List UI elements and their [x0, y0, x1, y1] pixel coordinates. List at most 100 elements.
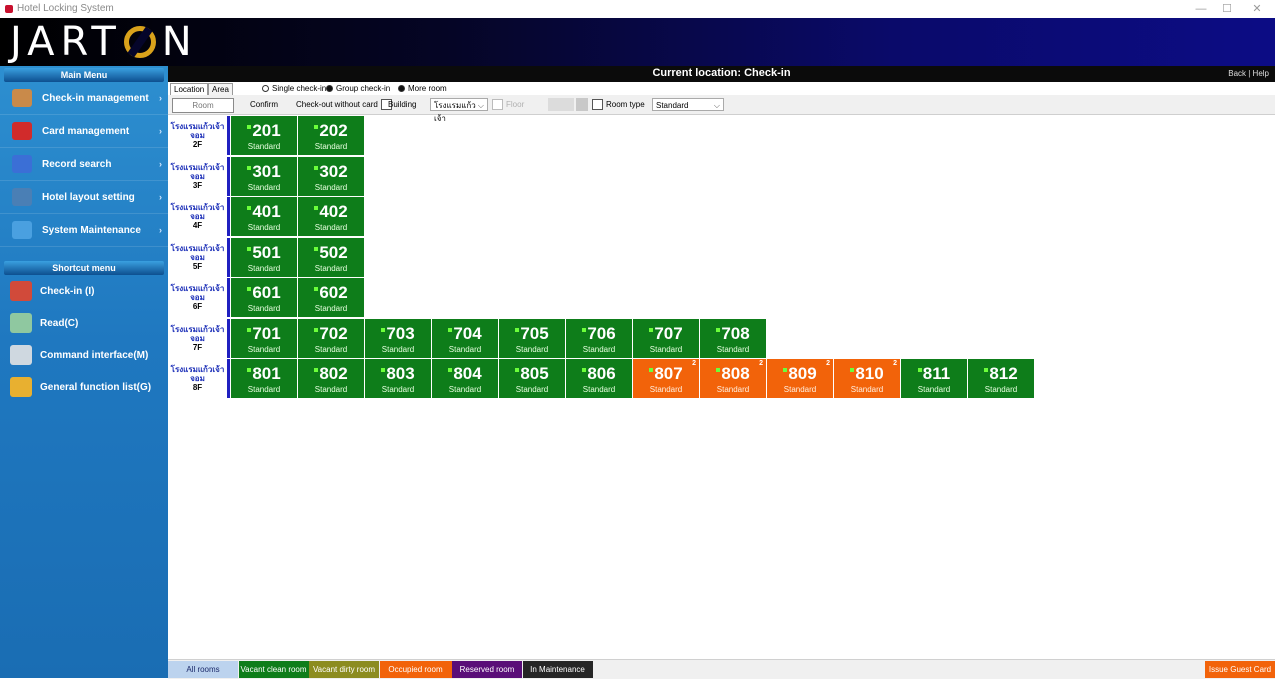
room-number-text: 801	[252, 364, 281, 383]
floor-label[interactable]: โรงแรมแก้วเจ้า จอม 3F	[168, 156, 230, 196]
room-tile[interactable]: 502 Standard	[298, 237, 364, 277]
checkin-toolbar: Room Confirm Check-out without card Buil…	[168, 95, 1275, 123]
room-tile[interactable]: 702 Standard	[298, 318, 364, 358]
room-tile[interactable]: 707 Standard	[633, 318, 699, 358]
sidebar-item-record-search[interactable]: Record search ›	[0, 148, 168, 181]
room-type: Standard	[314, 223, 348, 232]
building-select[interactable]: โรงแรมแก้วเจ้า ⌵	[430, 98, 488, 123]
room-type-filter[interactable]: Room type	[592, 98, 645, 111]
room-tile[interactable]: 810 Standard 2	[834, 359, 900, 398]
room-tile[interactable]: 703 Standard	[365, 318, 431, 358]
radio-more-room[interactable]: More room	[398, 83, 447, 94]
floor-label[interactable]: โรงแรมแก้วเจ้า จอม 5F	[168, 237, 230, 277]
room-number: 706	[566, 324, 632, 344]
room-tile[interactable]: 811 Standard	[901, 359, 967, 398]
room-tile[interactable]: 701 Standard	[231, 318, 297, 358]
room-tile[interactable]: 806 Standard	[566, 359, 632, 398]
sidebar-item-label: Card management	[42, 125, 130, 137]
legend-all-rooms[interactable]: All rooms	[168, 661, 238, 678]
radio-dot[interactable]	[326, 85, 333, 92]
room-tile[interactable]: 706 Standard	[566, 318, 632, 358]
floor-label-floor: 4F	[192, 221, 203, 230]
sidebar-item-system-maintenance[interactable]: System Maintenance ›	[0, 214, 168, 247]
room-tile[interactable]: 801 Standard	[231, 359, 297, 398]
floor-label[interactable]: โรงแรมแก้วเจ้า จอม 4F	[168, 197, 230, 236]
back-help-links[interactable]: Back | Help	[1228, 69, 1269, 78]
floor-label[interactable]: โรงแรมแก้วเจ้า จอม 7F	[168, 318, 230, 358]
room-tile[interactable]: 501 Standard	[231, 237, 297, 277]
room-number: 703	[365, 324, 431, 344]
room-tile[interactable]: 812 Standard	[968, 359, 1034, 398]
shortcut-item-command-interface-m-[interactable]: Command interface(M)	[0, 339, 168, 371]
minimize-button[interactable]: —	[1190, 1, 1212, 17]
radio-group-checkin[interactable]: Group check-in	[326, 83, 390, 94]
current-location: Current location: Check-in	[652, 67, 791, 79]
room-tile[interactable]: 402 Standard	[298, 197, 364, 236]
status-dot-icon	[247, 287, 252, 291]
confirm-button[interactable]: Confirm	[244, 98, 284, 111]
room-tile[interactable]: 202 Standard	[298, 116, 364, 155]
maximize-button[interactable]: ☐	[1216, 1, 1238, 17]
room-number-text: 802	[319, 364, 348, 383]
tab-location[interactable]: Location	[170, 83, 209, 95]
floor-label-floor: 7F	[192, 342, 203, 352]
room-tile[interactable]: 802 Standard	[298, 359, 364, 398]
radio-label: Group check-in	[336, 84, 391, 93]
room-tile[interactable]: 804 Standard	[432, 359, 498, 398]
radio-dot[interactable]	[262, 85, 269, 92]
room-type-checkbox[interactable]	[592, 99, 603, 110]
room-number-text: 601	[252, 283, 281, 302]
legend-reserved-room[interactable]: Reserved room	[452, 661, 522, 678]
sidebar-item-hotel-layout-setting[interactable]: Hotel layout setting ›	[0, 181, 168, 214]
room-tile[interactable]: 708 Standard	[700, 318, 766, 358]
room-tile[interactable]: 401 Standard	[231, 197, 297, 236]
floor-label-floor: 3F	[192, 180, 203, 190]
room-tile[interactable]: 803 Standard	[365, 359, 431, 398]
sidebar-item-check-in-management[interactable]: Check-in management ›	[0, 82, 168, 115]
room-type-select[interactable]: Standard ⌵	[652, 98, 724, 111]
legend-vacant-clean-room[interactable]: Vacant clean room	[238, 661, 309, 678]
room-tile[interactable]: 601 Standard	[231, 278, 297, 317]
floor-label[interactable]: โรงแรมแก้วเจ้า จอม 8F	[168, 359, 230, 398]
shortcut-item-check-in-i-[interactable]: Check-in (I)	[0, 275, 168, 307]
floor-label[interactable]: โรงแรมแก้วเจ้า จอม 2F	[168, 116, 230, 155]
room-type: Standard	[314, 304, 348, 313]
sidebar-item-card-management[interactable]: Card management ›	[0, 115, 168, 148]
floor-checkbox[interactable]	[492, 99, 503, 110]
room-number-text: 401	[252, 202, 281, 221]
radio-dot[interactable]	[398, 85, 405, 92]
floor-filter[interactable]: Floor	[492, 98, 524, 111]
room-tile[interactable]: 301 Standard	[231, 156, 297, 196]
checkout-without-card[interactable]: Check-out without card	[296, 98, 395, 111]
floor-row: โรงแรมแก้วเจ้า จอม 5F 501 Standard 502 Standar…	[168, 237, 1034, 278]
room-type: Standard	[448, 344, 482, 354]
room-input[interactable]: Room	[172, 98, 234, 113]
legend-in-maintenance[interactable]: In Maintenance	[522, 661, 593, 678]
floor-label[interactable]: โรงแรมแก้วเจ้า จอม 6F	[168, 278, 230, 317]
status-dot-icon	[515, 368, 520, 372]
room-tile[interactable]: 805 Standard	[499, 359, 565, 398]
room-tile[interactable]: 602 Standard	[298, 278, 364, 317]
radio-single-checkin[interactable]: Single check-in	[262, 83, 326, 94]
floor-label-building2: จอม	[190, 171, 205, 181]
floor-label-building: โรงแรมแก้วเจ้า	[170, 203, 225, 212]
close-button[interactable]: ✕	[1246, 1, 1268, 17]
room-tile[interactable]: 302 Standard	[298, 156, 364, 196]
shortcut-item-general-function-list-g-[interactable]: General function list(G)	[0, 371, 168, 403]
room-tile[interactable]: 807 Standard 2	[633, 359, 699, 398]
legend-vacant-dirty-room[interactable]: Vacant dirty room	[309, 661, 379, 678]
room-tile[interactable]: 201 Standard	[231, 116, 297, 155]
room-tile[interactable]: 705 Standard	[499, 318, 565, 358]
radio-label: More room	[408, 84, 447, 93]
room-tile[interactable]: 808 Standard 2	[700, 359, 766, 398]
room-tile[interactable]: 809 Standard 2	[767, 359, 833, 398]
chevron-down-icon: ⌵	[713, 101, 720, 110]
legend-occupied-room[interactable]: Occupied room	[379, 661, 452, 678]
issue-guest-card-button[interactable]: Issue Guest Card	[1205, 661, 1275, 678]
building-filter[interactable]: Building	[388, 98, 416, 111]
room-number: 201	[231, 121, 297, 141]
tab-area[interactable]: Area	[208, 83, 233, 95]
shortcut-item-read-c-[interactable]: Read(C)	[0, 307, 168, 339]
room-number: 809	[767, 364, 833, 384]
room-tile[interactable]: 704 Standard	[432, 318, 498, 358]
